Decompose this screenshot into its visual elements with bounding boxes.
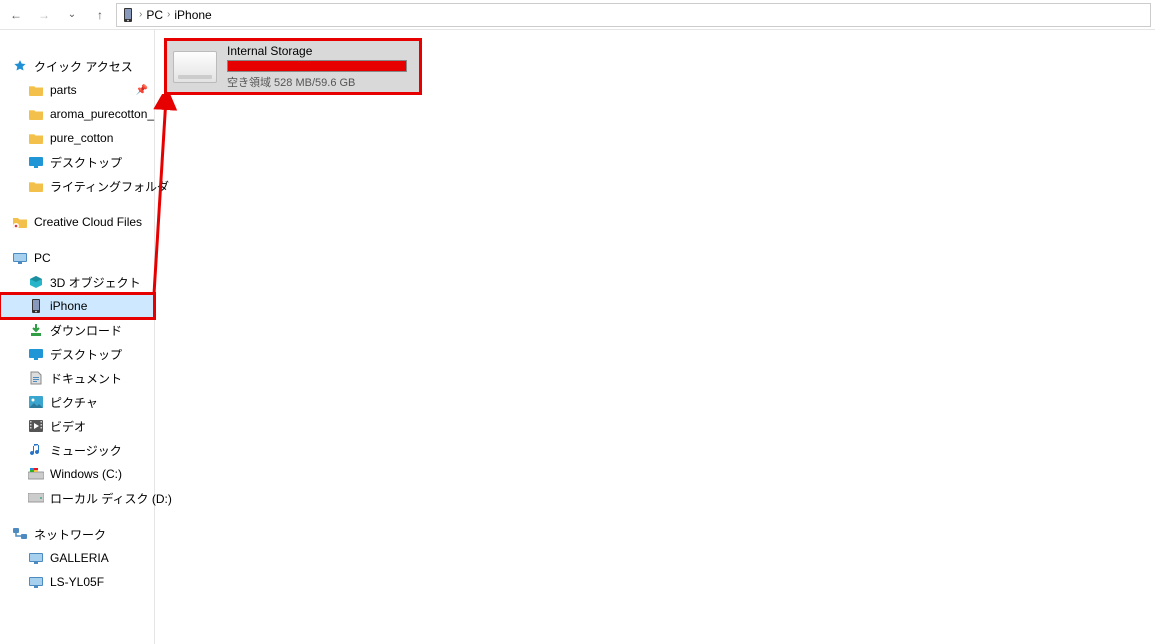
music-icon (28, 442, 44, 458)
pc-icon (12, 250, 28, 266)
nav-forward-button[interactable]: → (32, 3, 56, 27)
tree-label: PC (34, 251, 51, 265)
drive-icon (28, 490, 44, 506)
folder-icon (28, 130, 44, 146)
tree-label: Creative Cloud Files (34, 215, 142, 229)
tree-item-iphone[interactable]: iPhone (0, 294, 154, 318)
computer-icon (28, 574, 44, 590)
drive-info: Internal Storage 空き領域 528 MB/59.6 GB (227, 44, 407, 90)
annotation-arrow-icon (150, 94, 180, 304)
tree-item-downloads[interactable]: ダウンロード (0, 318, 154, 342)
tree-label: LS-YL05F (50, 575, 104, 589)
tree-item-desktop-qa[interactable]: デスクトップ (0, 150, 154, 174)
tree-label: ビデオ (50, 418, 86, 435)
tree-item-3dobjects[interactable]: 3D オブジェクト (0, 270, 154, 294)
picture-icon (28, 394, 44, 410)
folder-icon (28, 106, 44, 122)
tree-item-desktop[interactable]: デスクトップ (0, 342, 154, 366)
tree-label: pure_cotton (50, 131, 113, 145)
tree-label: ピクチャ (50, 394, 98, 411)
arrow-left-icon: ← (10, 8, 22, 22)
tree-label: ネットワーク (34, 526, 106, 543)
nav-tree: クイック アクセス parts 📌 aroma_purecotton_ pure… (0, 30, 155, 644)
desktop-icon (28, 154, 44, 170)
breadcrumb[interactable]: › PC › iPhone (116, 3, 1151, 27)
device-phone-icon (121, 8, 135, 22)
breadcrumb-item-current[interactable]: iPhone (174, 8, 211, 22)
breadcrumb-separator-icon: › (167, 9, 170, 20)
tree-item-drive-d[interactable]: ローカル ディスク (D:) (0, 486, 154, 510)
desktop-icon (28, 346, 44, 362)
tree-label: Windows (C:) (50, 467, 122, 481)
tree-item-pictures[interactable]: ピクチャ (0, 390, 154, 414)
address-bar: ← → ⌄ ↑ › PC › iPhone (0, 0, 1155, 30)
nav-recent-dropdown[interactable]: ⌄ (60, 3, 84, 27)
tree-label: ダウンロード (50, 322, 122, 339)
nav-up-button[interactable]: ↑ (88, 3, 112, 27)
folder-icon (28, 178, 44, 194)
tree-item-purecotton[interactable]: pure_cotton (0, 126, 154, 150)
tree-pc[interactable]: PC (0, 246, 154, 270)
content-pane: Internal Storage 空き領域 528 MB/59.6 GB (155, 30, 1155, 644)
breadcrumb-separator-icon: › (139, 9, 142, 20)
tree-label: iPhone (50, 299, 87, 313)
storage-drive-icon (173, 51, 217, 83)
folder-icon (28, 82, 44, 98)
tree-label: aroma_purecotton_ (50, 107, 154, 121)
computer-icon (28, 550, 44, 566)
drive-icon (28, 466, 44, 482)
tree-label: GALLERIA (50, 551, 109, 565)
tree-item-aroma[interactable]: aroma_purecotton_ (0, 102, 154, 126)
drive-tile-internal-storage[interactable]: Internal Storage 空き領域 528 MB/59.6 GB (164, 38, 422, 95)
nav-back-button[interactable]: ← (4, 3, 28, 27)
tree-label: ドキュメント (50, 370, 122, 387)
tree-creative-cloud[interactable]: Creative Cloud Files (0, 210, 154, 234)
download-icon (28, 322, 44, 338)
tree-item-drive-c[interactable]: Windows (C:) (0, 462, 154, 486)
drive-usage-bar (227, 60, 407, 72)
tree-label: parts (50, 83, 77, 97)
breadcrumb-item-pc[interactable]: PC (146, 8, 163, 22)
creative-cloud-icon (12, 214, 28, 230)
document-icon (28, 370, 44, 386)
tree-label: 3D オブジェクト (50, 274, 141, 291)
tree-item-lsyl05f[interactable]: LS-YL05F (0, 570, 154, 594)
tree-item-galleria[interactable]: GALLERIA (0, 546, 154, 570)
drive-title: Internal Storage (227, 44, 407, 58)
arrow-right-icon: → (38, 8, 50, 22)
tree-label: デスクトップ (50, 346, 122, 363)
tree-label: デスクトップ (50, 154, 122, 171)
device-phone-icon (28, 298, 44, 314)
pin-icon: 📌 (136, 85, 148, 96)
chevron-down-icon: ⌄ (68, 9, 76, 20)
drive-subtitle: 空き領域 528 MB/59.6 GB (227, 74, 407, 90)
tree-label: ミュージック (50, 442, 122, 459)
tree-label: クイック アクセス (34, 58, 133, 75)
tree-item-documents[interactable]: ドキュメント (0, 366, 154, 390)
tree-item-parts[interactable]: parts 📌 (0, 78, 154, 102)
tree-quick-access[interactable]: クイック アクセス (0, 54, 154, 78)
network-icon (12, 526, 28, 542)
tree-label: ローカル ディスク (D:) (50, 490, 172, 507)
tree-item-music[interactable]: ミュージック (0, 438, 154, 462)
cube-icon (28, 274, 44, 290)
arrow-up-icon: ↑ (97, 8, 103, 22)
tree-network[interactable]: ネットワーク (0, 522, 154, 546)
tree-item-writing[interactable]: ライティングフォルダ (0, 174, 154, 198)
tree-label: ライティングフォルダ (50, 178, 169, 195)
star-icon (12, 58, 28, 74)
tree-item-videos[interactable]: ビデオ (0, 414, 154, 438)
video-icon (28, 418, 44, 434)
